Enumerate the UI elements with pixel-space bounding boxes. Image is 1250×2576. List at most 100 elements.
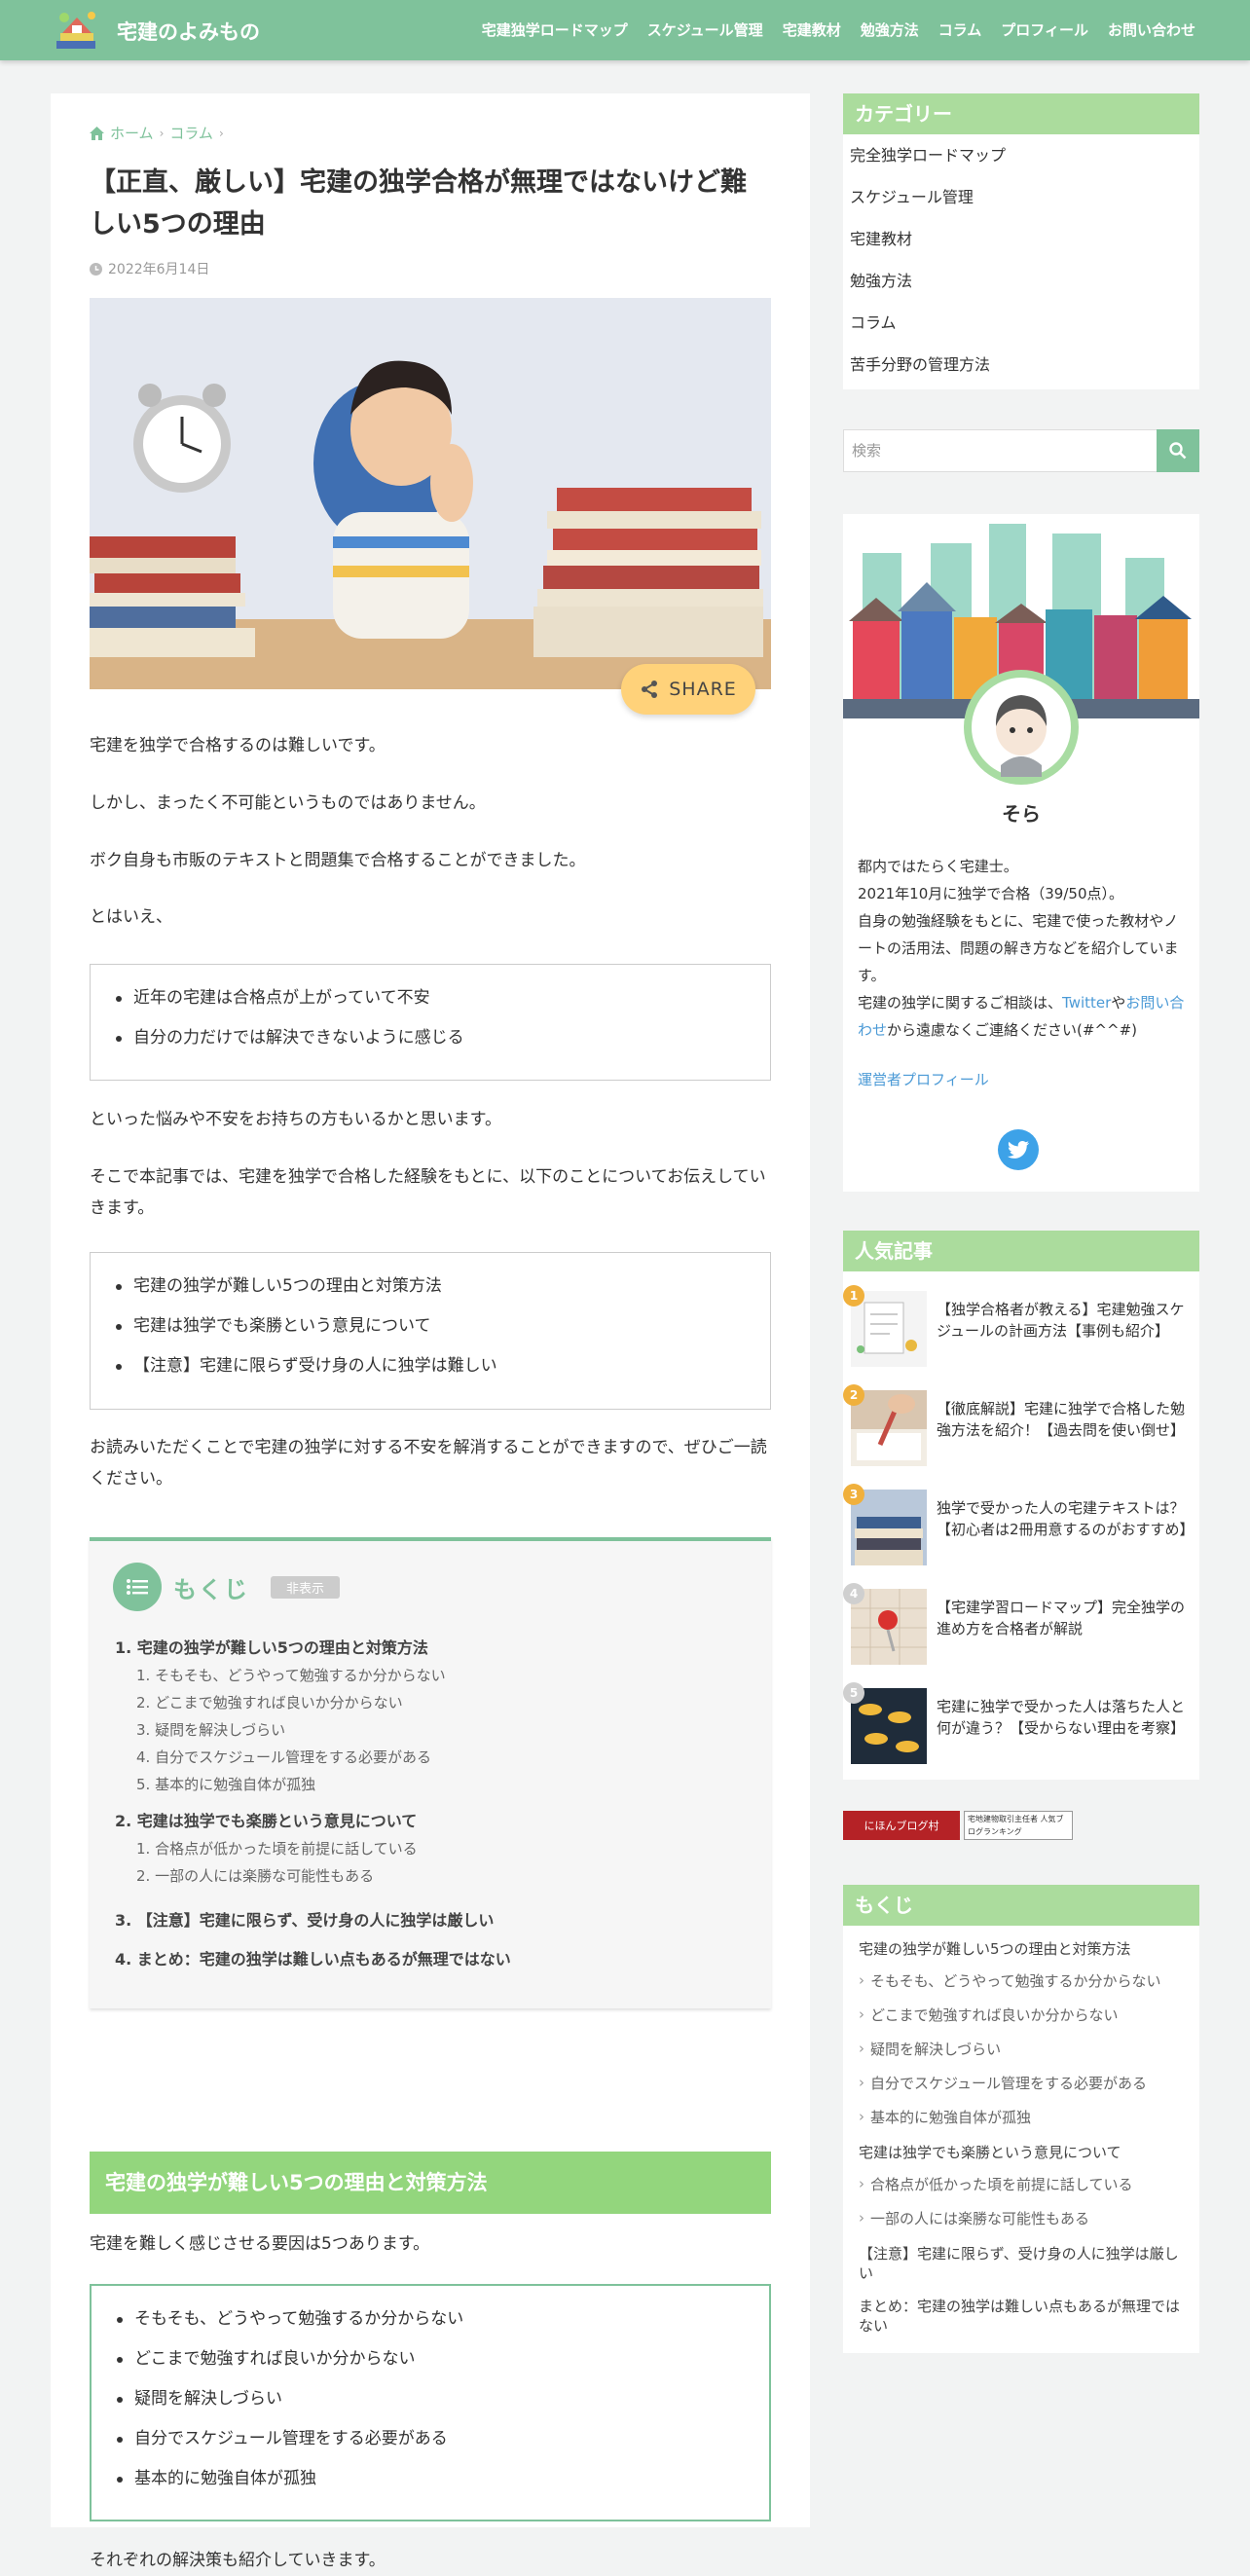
list-item: 自分でスケジュール管理をする必要がある — [117, 2419, 769, 2459]
avatar — [964, 670, 1079, 785]
popular-post-title[interactable]: 宅建に独学で受かった人は落ちた人と何が違う？【受からない理由を考察】 — [937, 1696, 1192, 1739]
nav-roadmap[interactable]: 宅建独学ロードマップ — [482, 19, 628, 40]
sidebar-toc-link[interactable]: 宅建の独学が難しい5つの理由と対策方法 — [843, 1932, 1199, 1965]
breadcrumb-separator-icon: › — [218, 126, 224, 140]
search-input[interactable]: 検索 — [843, 429, 1157, 472]
sidebar-toc-link[interactable]: 疑問を解決しづらい — [843, 2033, 1199, 2067]
list-item: 宅建の独学が難しい5つの理由と対策方法 — [116, 1267, 770, 1306]
twitter-link[interactable]: Twitter — [1062, 994, 1111, 1012]
toc-link[interactable]: 3. 【注意】宅建に限らず、受け身の人に独学は厳しい — [115, 1907, 738, 1934]
nav-schedule[interactable]: スケジュール管理 — [647, 19, 763, 40]
sidebar-toc-link[interactable]: まとめ：宅建の独学は難しい点もあるが無理ではない — [843, 2289, 1199, 2341]
popular-post-item[interactable]: 2 【徹底解説】宅建に独学で合格した勉強方法を紹介！【過去問を使い倒せ】 — [843, 1371, 1199, 1470]
toc-link[interactable]: 2. 宅建は独学でも楽勝という意見について — [115, 1808, 738, 1835]
search-button[interactable] — [1157, 429, 1199, 472]
share-label: SHARE — [669, 679, 737, 700]
rank-badge: 3 — [843, 1484, 864, 1505]
profile-line: 2021年10月に独学で合格（39/50点）。 — [858, 885, 1123, 902]
search-icon — [1169, 442, 1187, 460]
paragraph: 宅建を難しく感じさせる要因は5つあります。 — [90, 2234, 430, 2254]
operator-profile-link[interactable]: 運営者プロフィール — [858, 1069, 989, 1089]
breadcrumb-category[interactable]: コラム — [169, 123, 213, 143]
category-link[interactable]: 宅建教材 — [843, 218, 1199, 260]
popular-post-title[interactable]: 【独学合格者が教える】宅建勉強スケジュールの計画方法【事例も紹介】 — [937, 1299, 1192, 1342]
profile-line: 自身の勉強経験をもとに、宅建で使った教材やノートの活用法、問題の解き方などを紹介… — [858, 912, 1179, 984]
nav-materials[interactable]: 宅建教材 — [783, 19, 841, 40]
twitter-button[interactable] — [998, 1129, 1039, 1170]
paragraph: とはいえ、 — [90, 907, 172, 927]
list-icon — [113, 1563, 162, 1611]
toc-link[interactable]: 3. 疑問を解決しづらい — [115, 1716, 738, 1744]
list-item: 【注意】宅建に限らず受け身の人に独学は難しい — [116, 1346, 770, 1386]
popular-post-title[interactable]: 【宅建学習ロードマップ】完全独学の進め方を合格者が解説 — [937, 1597, 1192, 1639]
sidebar-toc-link[interactable]: 【注意】宅建に限らず、受け身の人に独学は厳しい — [843, 2236, 1199, 2289]
toc-link[interactable]: 1. そもそも、どうやって勉強するか分からない — [115, 1662, 738, 1689]
sidebar-toc-link[interactable]: どこまで勉強すれば良いか分からない — [843, 1999, 1199, 2033]
sidebar-toc-link[interactable]: 宅建は独学でも楽勝という意見について — [843, 2135, 1199, 2168]
rank-badge: 5 — [843, 1682, 864, 1704]
category-link[interactable]: 苦手分野の管理方法 — [843, 344, 1199, 386]
hero-image — [90, 298, 771, 689]
nav-contact[interactable]: お問い合わせ — [1108, 19, 1195, 40]
toc-title: もくじ — [173, 1575, 249, 1603]
toc-link[interactable]: 5. 基本的に勉強自体が孤独 — [115, 1771, 738, 1798]
share-icon — [642, 681, 658, 698]
toc-link[interactable]: 2. どこまで勉強すれば良いか分からない — [115, 1689, 738, 1716]
twitter-icon — [1008, 1141, 1029, 1159]
nav-profile[interactable]: プロフィール — [1001, 19, 1088, 40]
popular-post-item[interactable]: 1 【独学合格者が教える】宅建勉強スケジュールの計画方法【事例も紹介】 — [843, 1271, 1199, 1371]
sidebar-toc-widget: もくじ 宅建の独学が難しい5つの理由と対策方法そもそも、どうやって勉強するか分か… — [843, 1885, 1199, 2353]
list-item: 自分の力だけでは解決できないように感じる — [116, 1018, 770, 1058]
sidebar-toc-link[interactable]: 自分でスケジュール管理をする必要がある — [843, 2067, 1199, 2101]
popular-post-item[interactable]: 3 独学で受かった人の宅建テキストは？【初心者は2冊用意するのがおすすめ】 — [843, 1470, 1199, 1569]
paragraph: しかし、まったく不可能というものではありません。 — [90, 793, 486, 813]
paragraph: ボク自身も市販のテキストと問題集で合格することができました。 — [90, 851, 586, 870]
nav-column[interactable]: コラム — [938, 19, 982, 40]
category-link[interactable]: 勉強方法 — [843, 260, 1199, 302]
toc-link[interactable]: 1. 宅建の独学が難しい5つの理由と対策方法 — [115, 1635, 738, 1662]
toc-link[interactable]: 4. 自分でスケジュール管理をする必要がある — [115, 1744, 738, 1771]
paragraph: 宅建を独学で合格するのは難しいです。 — [90, 736, 386, 755]
home-icon — [90, 126, 104, 140]
profile-line: 都内ではたらく宅建士。 — [858, 858, 1018, 875]
list-item: そもそも、どうやって勉強するか分からない — [117, 2300, 769, 2339]
toc-link[interactable]: 4. まとめ：宅建の独学は難しい点もあるが無理ではない — [115, 1946, 738, 1973]
table-of-contents: もくじ 非表示 1. 宅建の独学が難しい5つの理由と対策方法 1. そもそも、ど… — [90, 1537, 771, 2008]
category-link[interactable]: 完全独学ロードマップ — [843, 134, 1199, 176]
bullet-box: 宅建の独学が難しい5つの理由と対策方法 宅建は独学でも楽勝という意見について 【… — [90, 1252, 771, 1410]
popular-post-title[interactable]: 【徹底解説】宅建に独学で合格した勉強方法を紹介！【過去問を使い倒せ】 — [937, 1398, 1192, 1441]
breadcrumb-home[interactable]: ホーム — [110, 123, 154, 143]
widget-title: カテゴリー — [843, 93, 1199, 134]
list-item: 宅建は独学でも楽勝という意見について — [116, 1306, 770, 1346]
nav-study-method[interactable]: 勉強方法 — [861, 19, 919, 40]
post-date-text: 2022年6月14日 — [108, 262, 210, 277]
toc-link[interactable]: 2. 一部の人には楽勝な可能性もある — [115, 1862, 738, 1890]
breadcrumb: ホーム › コラム › — [90, 123, 771, 143]
sidebar-toc-link[interactable]: そもそも、どうやって勉強するか分からない — [843, 1965, 1199, 1999]
tired-boy-illustration — [90, 298, 771, 689]
popular-post-title[interactable]: 独学で受かった人の宅建テキストは？【初心者は2冊用意するのがおすすめ】 — [937, 1497, 1195, 1540]
sidebar-toc-link[interactable]: 合格点が低かった頃を前提に話している — [843, 2168, 1199, 2202]
category-link[interactable]: コラム — [843, 302, 1199, 344]
blog-ranking-banner[interactable]: 宅地建物取引主任者 人気ブログランキング — [964, 1811, 1073, 1840]
toc-toggle-button[interactable]: 非表示 — [271, 1575, 341, 1599]
profile-name: そら — [1002, 802, 1041, 826]
sidebar-toc-link[interactable]: 基本的に勉強自体が孤独 — [843, 2101, 1199, 2135]
clock-icon — [90, 262, 102, 276]
popular-post-item[interactable]: 4 【宅建学習ロードマップ】完全独学の進め方を合格者が解説 — [843, 1569, 1199, 1669]
nihon-blog-mura-banner[interactable]: にほんブログ村 — [843, 1811, 960, 1840]
category-link[interactable]: スケジュール管理 — [843, 176, 1199, 218]
share-button[interactable]: SHARE — [621, 664, 755, 715]
paragraph: お読みいただくことで宅建の独学に対する不安を解消することができますので、ぜひご一… — [90, 1438, 767, 1490]
paragraph: といった悩みや不安をお持ちの方もいるかと思います。 — [90, 1110, 501, 1129]
rank-badge: 1 — [843, 1285, 864, 1306]
popular-post-item[interactable]: 5 宅建に独学で受かった人は落ちた人と何が違う？【受からない理由を考察】 — [843, 1669, 1199, 1768]
site-logo-icon[interactable] — [53, 8, 101, 53]
section-heading: 宅建の独学が難しい5つの理由と対策方法 — [90, 2152, 771, 2214]
article-main: ホーム › コラム › 【正直、厳しい】宅建の独学合格が無理ではないけど難しい5… — [51, 93, 810, 2570]
site-title[interactable]: 宅建のよみもの — [117, 17, 260, 46]
sidebar-toc-link[interactable]: 一部の人には楽勝な可能性もある — [843, 2202, 1199, 2236]
category-widget: カテゴリー 完全独学ロードマップ スケジュール管理 宅建教材 勉強方法 コラム … — [843, 93, 1199, 389]
toc-link[interactable]: 1. 合格点が低かった頃を前提に話している — [115, 1835, 738, 1862]
profile-widget: そら 都内ではたらく宅建士。 2021年10月に独学で合格（39/50点）。 自… — [843, 514, 1199, 1192]
